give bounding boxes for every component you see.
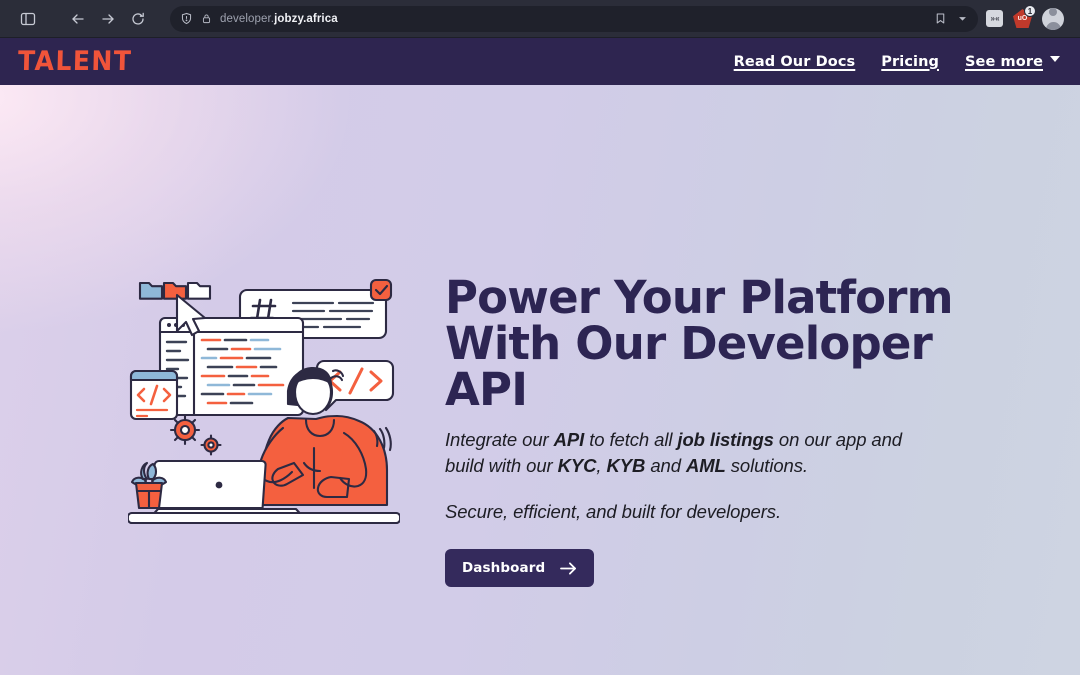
hero-subtitle-text: ,	[596, 454, 607, 476]
nav-see-more[interactable]: See more	[965, 54, 1060, 70]
account-avatar[interactable]	[1042, 7, 1064, 30]
puzzle-extension-icon[interactable]: » «	[986, 10, 1003, 27]
code-window	[158, 316, 305, 417]
browser-nav-buttons	[64, 5, 154, 33]
developer-coding-illustration: .ln{stroke:#2d2a43;stroke-width:2.1;stro…	[128, 273, 400, 525]
site-header: TALENT Read Our Docs Pricing See more	[0, 38, 1080, 85]
shield-icon[interactable]	[180, 12, 193, 25]
ublock-badge-count: 1	[1024, 5, 1036, 17]
browser-toolbar: developer.jobzy.africa » « uO 1	[0, 0, 1080, 38]
headline-line-2: With Our Developer API	[445, 316, 933, 416]
hero-subtitle-text: Integrate our	[445, 428, 554, 450]
lock-icon[interactable]	[201, 13, 212, 24]
chevron-down-icon	[1050, 55, 1060, 62]
bookmark-icon[interactable]	[934, 12, 947, 25]
chevron-down-icon[interactable]	[957, 13, 968, 24]
browser-extensions: » « uO 1	[986, 5, 1070, 30]
code-snippet-card	[129, 369, 179, 421]
back-arrow-icon[interactable]	[64, 5, 92, 33]
gear-icons	[169, 414, 222, 456]
hero-subtitle-emphasis: job listings	[677, 428, 774, 450]
hero-copy: Power Your Platform With Our Developer A…	[445, 275, 1005, 588]
address-bar[interactable]: developer.jobzy.africa	[170, 5, 978, 32]
site-nav: Read Our Docs Pricing See more	[734, 54, 1060, 70]
forward-arrow-icon[interactable]	[94, 5, 122, 33]
hero-tagline: Secure, efficient, and built for develop…	[445, 501, 781, 523]
dashboard-button-label: Dashboard	[462, 560, 546, 577]
hero-subtitle-text: and	[645, 454, 686, 476]
hero-subtitle-emphasis: API	[553, 428, 585, 450]
page-viewport: TALENT Read Our Docs Pricing See more .l…	[0, 38, 1080, 675]
url-text[interactable]: developer.jobzy.africa	[220, 13, 926, 25]
hero-subtitle: Integrate our API to fetch all job listi…	[445, 427, 905, 480]
hero-subtitle-text: solutions.	[725, 454, 808, 476]
hero-subtitle-text: to fetch all	[584, 428, 678, 450]
folder-icons	[138, 281, 212, 300]
hero-section: .ln{stroke:#2d2a43;stroke-width:2.1;stro…	[0, 85, 1080, 675]
dashboard-button[interactable]: Dashboard	[445, 549, 595, 588]
reload-icon[interactable]	[124, 5, 152, 33]
nav-read-our-docs[interactable]: Read Our Docs	[734, 54, 856, 70]
hero-subtitle-emphasis: AML	[685, 454, 726, 476]
ublock-origin-icon[interactable]: uO 1	[1013, 5, 1036, 28]
arrow-right-icon	[559, 561, 578, 576]
nav-pricing[interactable]: Pricing	[881, 54, 939, 70]
hero-subtitle-emphasis: KYC	[557, 454, 597, 476]
url-domain: jobzy.africa	[274, 12, 338, 25]
site-logo[interactable]: TALENT	[18, 46, 133, 77]
hero-subtitle-emphasis: KYB	[606, 454, 646, 476]
sidebar-toggle-icon[interactable]	[14, 5, 42, 33]
url-prefix: developer.	[220, 12, 275, 25]
nav-see-more-label[interactable]: See more	[965, 54, 1043, 70]
page-title: Power Your Platform With Our Developer A…	[445, 275, 975, 413]
